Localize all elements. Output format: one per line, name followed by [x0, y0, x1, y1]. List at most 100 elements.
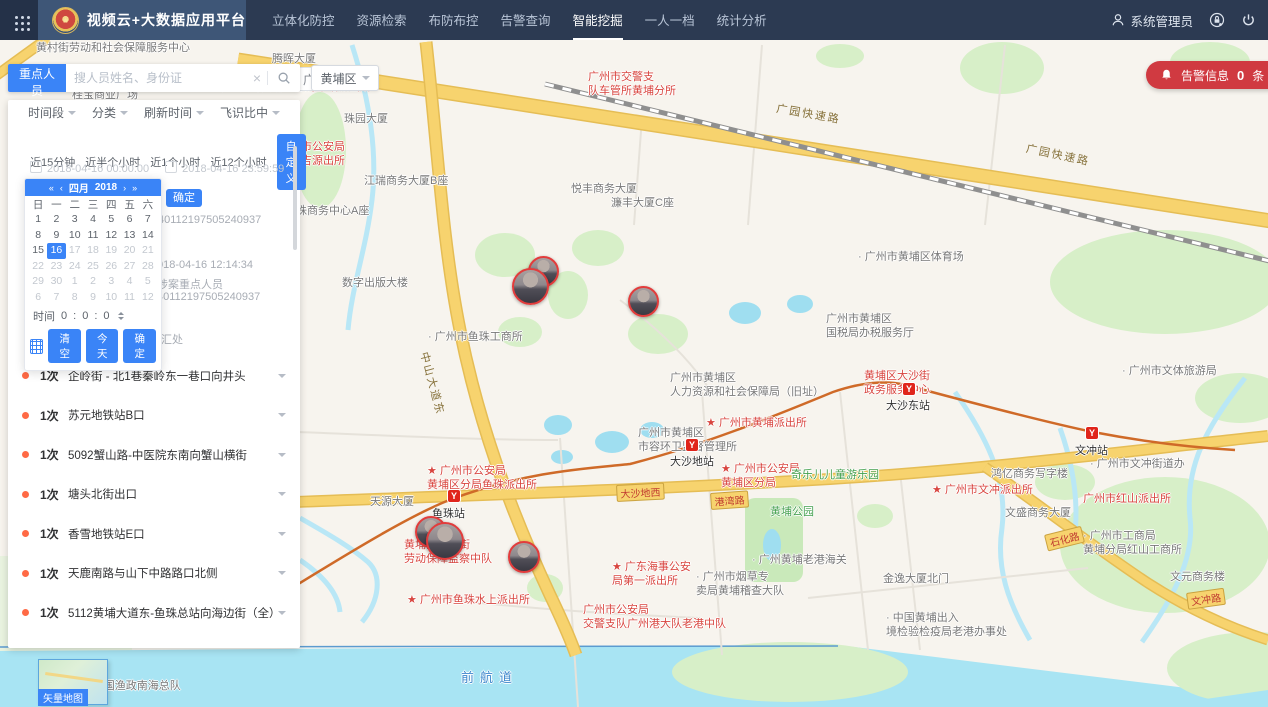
- calendar-month[interactable]: 四月: [69, 180, 89, 195]
- time-seconds[interactable]: 0: [103, 310, 109, 322]
- calendar-year[interactable]: 2018: [95, 182, 117, 193]
- calendar-day[interactable]: 6: [120, 212, 138, 228]
- calendar-day[interactable]: 1: [66, 274, 84, 290]
- list-item[interactable]: 1次香雪地铁站E口: [8, 514, 300, 554]
- person-photo-marker[interactable]: [512, 268, 549, 305]
- calendar-day[interactable]: 1: [29, 212, 47, 228]
- calendar-day[interactable]: 15: [29, 243, 47, 259]
- calendar-day[interactable]: 28: [139, 259, 157, 275]
- calendar-grid-icon[interactable]: [30, 339, 43, 354]
- time-minutes[interactable]: 0: [82, 310, 88, 322]
- calendar-day[interactable]: 18: [84, 243, 102, 259]
- chevron-down-icon[interactable]: [278, 492, 286, 500]
- metro-station-icon[interactable]: Y: [903, 383, 915, 395]
- metro-station-icon[interactable]: Y: [1086, 427, 1098, 439]
- nav-item[interactable]: 立体化防控: [272, 0, 335, 40]
- calendar-day[interactable]: 7: [47, 290, 65, 306]
- calendar-day[interactable]: 5: [139, 274, 157, 290]
- chevron-down-icon[interactable]: [278, 453, 286, 461]
- next-year-icon[interactable]: »: [132, 183, 137, 193]
- minimap-mode-label[interactable]: 矢量地图: [38, 689, 88, 706]
- search-icon[interactable]: [277, 71, 291, 85]
- chevron-down-icon[interactable]: [278, 374, 286, 382]
- calendar-day[interactable]: 4: [120, 274, 138, 290]
- calendar-day[interactable]: 12: [102, 228, 120, 244]
- list-item[interactable]: 1次5112黄埔大道东-鱼珠总站向海边街（全）: [8, 593, 300, 633]
- calendar-day[interactable]: 30: [47, 274, 65, 290]
- chevron-down-icon[interactable]: [278, 413, 286, 421]
- nav-item[interactable]: 一人一档: [645, 0, 695, 40]
- prev-year-icon[interactable]: «: [49, 183, 54, 193]
- prev-month-icon[interactable]: ‹: [60, 183, 63, 193]
- calendar-day[interactable]: 2: [47, 212, 65, 228]
- calendar-day[interactable]: 16: [47, 243, 65, 259]
- calendar-day[interactable]: 11: [120, 290, 138, 306]
- date-confirm-button[interactable]: 确定: [166, 189, 202, 207]
- calendar-day[interactable]: 10: [66, 228, 84, 244]
- today-button[interactable]: 今天: [86, 329, 119, 363]
- start-date-field[interactable]: 2018-04-16 00:00:00: [30, 161, 149, 175]
- district-select[interactable]: 黄埔区: [311, 65, 379, 91]
- alarm-banner[interactable]: 告警信息 0 条: [1146, 61, 1268, 89]
- chevron-down-icon[interactable]: [278, 532, 286, 540]
- time-stepper[interactable]: [118, 309, 124, 323]
- person-type-button[interactable]: 重点人员: [8, 64, 66, 92]
- clear-button[interactable]: 清空: [48, 329, 81, 363]
- calendar-day[interactable]: 7: [139, 212, 157, 228]
- filter-dropdown[interactable]: 分类: [92, 104, 128, 121]
- minimap[interactable]: 矢量地图: [38, 659, 108, 705]
- calendar-day[interactable]: 8: [66, 290, 84, 306]
- chevron-down-icon[interactable]: [278, 571, 286, 579]
- calendar-day[interactable]: 8: [29, 228, 47, 244]
- search-input[interactable]: [66, 71, 247, 85]
- filter-dropdown[interactable]: 刷新时间: [144, 104, 204, 121]
- calendar-day[interactable]: 29: [29, 274, 47, 290]
- next-month-icon[interactable]: ›: [123, 183, 126, 193]
- calendar-day[interactable]: 26: [102, 259, 120, 275]
- calendar-day[interactable]: 2: [84, 274, 102, 290]
- filter-dropdown[interactable]: 时间段: [28, 104, 76, 121]
- calendar-day[interactable]: 12: [139, 290, 157, 306]
- power-icon[interactable]: [1241, 13, 1256, 28]
- calendar-day[interactable]: 22: [29, 259, 47, 275]
- end-date-field[interactable]: 2018-04-16 23:59:59: [165, 161, 284, 175]
- list-item[interactable]: 1次天鹿南路与山下中路路口北侧: [8, 554, 300, 594]
- calendar-day[interactable]: 10: [102, 290, 120, 306]
- nav-item[interactable]: 资源检索: [357, 0, 407, 40]
- lock-settings-icon[interactable]: [1209, 12, 1225, 28]
- calendar-day[interactable]: 3: [66, 212, 84, 228]
- calendar-day[interactable]: 9: [84, 290, 102, 306]
- calendar-day[interactable]: 27: [120, 259, 138, 275]
- panel-scrollbar[interactable]: [293, 146, 297, 250]
- calendar-day[interactable]: 11: [84, 228, 102, 244]
- calendar-day[interactable]: 23: [47, 259, 65, 275]
- calendar-day[interactable]: 5: [102, 212, 120, 228]
- calendar-day[interactable]: 14: [139, 228, 157, 244]
- chevron-down-icon[interactable]: [278, 611, 286, 619]
- person-photo-marker[interactable]: [628, 286, 659, 317]
- calendar-day[interactable]: 20: [120, 243, 138, 259]
- apps-grid-icon[interactable]: [0, 0, 38, 40]
- time-hours[interactable]: 0: [61, 310, 67, 322]
- nav-item[interactable]: 统计分析: [717, 0, 767, 40]
- filter-dropdown[interactable]: 飞识比中: [220, 104, 280, 121]
- calendar-day[interactable]: 13: [120, 228, 138, 244]
- calendar-day[interactable]: 24: [66, 259, 84, 275]
- person-photo-marker[interactable]: [426, 522, 464, 560]
- nav-item[interactable]: 布防布控: [429, 0, 479, 40]
- calendar-day[interactable]: 17: [66, 243, 84, 259]
- metro-station-icon[interactable]: Y: [448, 490, 460, 502]
- list-item[interactable]: 1次苏元地铁站B口: [8, 396, 300, 436]
- list-item[interactable]: 1次塘头北街出口: [8, 475, 300, 515]
- calendar-day[interactable]: 19: [102, 243, 120, 259]
- clear-icon[interactable]: ×: [247, 70, 267, 86]
- calendar-day[interactable]: 21: [139, 243, 157, 259]
- calendar-day[interactable]: 25: [84, 259, 102, 275]
- list-item[interactable]: 1次5092蟹山路-中医院东南向蟹山横街: [8, 435, 300, 475]
- calendar-day[interactable]: 3: [102, 274, 120, 290]
- confirm-button[interactable]: 确定: [123, 329, 156, 363]
- calendar-day[interactable]: 6: [29, 290, 47, 306]
- metro-station-icon[interactable]: Y: [686, 439, 698, 451]
- user-menu[interactable]: 系统管理员: [1111, 11, 1193, 30]
- nav-item[interactable]: 智能挖掘: [573, 0, 623, 40]
